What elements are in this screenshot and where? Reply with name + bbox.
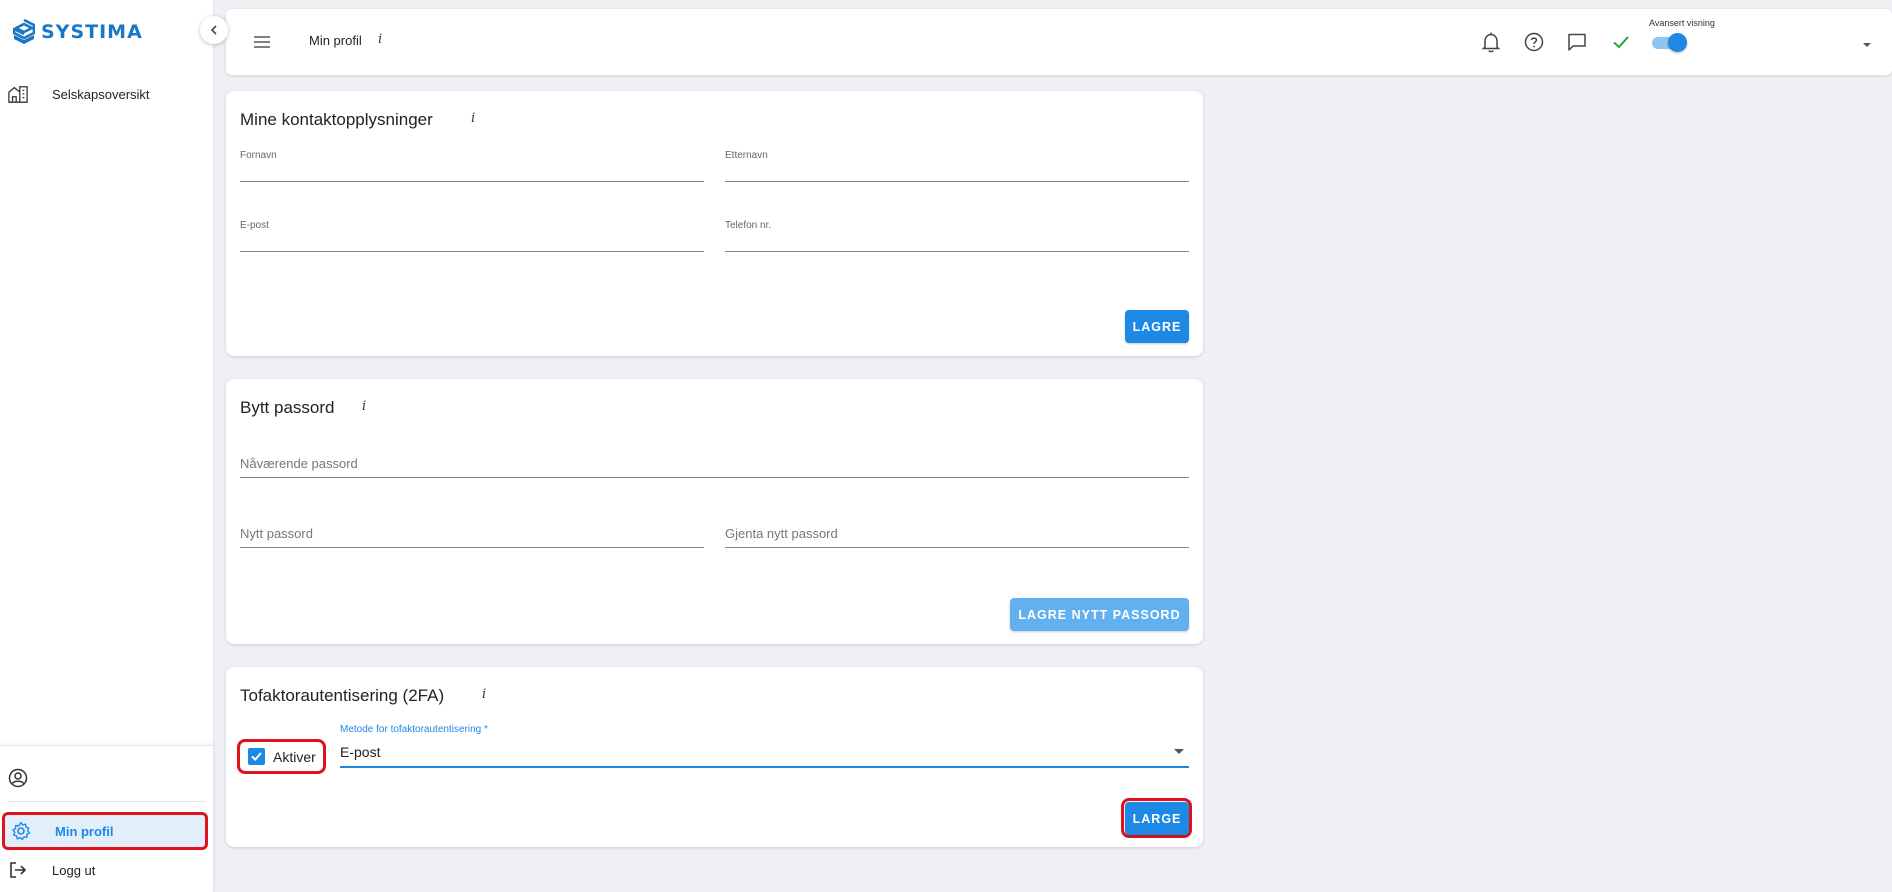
toggle-knob	[1668, 33, 1687, 52]
help-icon[interactable]	[1522, 30, 1546, 54]
user-avatar-icon[interactable]	[8, 768, 28, 788]
twofa-info-icon[interactable]: i	[482, 687, 486, 702]
sidebar-item-logg-ut[interactable]: Logg ut	[0, 851, 210, 889]
systima-logo[interactable]: SYSTIMA	[13, 19, 143, 45]
sidebar-item-label: Selskapsoversikt	[52, 86, 150, 102]
page-title: Min profil	[309, 33, 362, 48]
new-password-placeholder: Nytt passord	[240, 526, 313, 541]
first-name-field[interactable]: Fornavn	[240, 150, 704, 182]
collapse-sidebar-button[interactable]	[200, 16, 228, 44]
advanced-view-label: Avansert visning	[1649, 18, 1715, 28]
save-password-button[interactable]: LAGRE NYTT PASSORD	[1010, 598, 1189, 631]
field-underline	[240, 251, 704, 252]
sidebar-item-label: Min profil	[55, 823, 114, 839]
systima-logo-icon	[13, 19, 35, 44]
last-name-field[interactable]: Etternavn	[725, 150, 1189, 182]
gear-icon	[11, 821, 31, 841]
field-underline	[725, 251, 1189, 252]
activate-2fa-checkbox[interactable]	[248, 748, 265, 765]
password-info-icon[interactable]: i	[362, 399, 366, 414]
save-contact-button[interactable]: LAGRE	[1125, 310, 1189, 343]
twofa-method-label: Metode for tofaktorautentisering *	[340, 724, 488, 735]
logout-icon	[8, 860, 28, 880]
top-header: Min profil i Avansert visning	[226, 9, 1892, 75]
activate-2fa-label: Aktiver	[273, 749, 316, 765]
logo-text: SYSTIMA	[41, 21, 143, 43]
building-icon	[8, 84, 28, 104]
twofa-method-value: E-post	[340, 744, 381, 760]
sidebar-divider	[8, 801, 206, 802]
email-field[interactable]: E-post	[240, 220, 704, 252]
sidebar-item-min-profil[interactable]: Min profil	[2, 812, 208, 850]
advanced-view-toggle[interactable]	[1650, 33, 1687, 52]
email-label: E-post	[240, 220, 269, 231]
twofa-method-select[interactable]: Metode for tofaktorautentisering * E-pos…	[340, 724, 1189, 768]
menu-icon[interactable]	[252, 33, 272, 51]
twofa-card-title: Tofaktorautentisering (2FA)	[240, 686, 445, 705]
field-underline	[240, 477, 1189, 478]
current-password-field[interactable]: Nåværende passord	[240, 455, 1189, 479]
save-2fa-button[interactable]: LARGE	[1125, 802, 1189, 835]
sidebar: SYSTIMA Selskapsoversikt Min profil Logg…	[0, 0, 214, 892]
sidebar-item-selskapsoversikt[interactable]: Selskapsoversikt	[0, 75, 210, 113]
check-icon[interactable]	[1609, 30, 1633, 54]
checkmark-icon	[251, 752, 262, 762]
field-underline	[240, 181, 704, 182]
account-dropdown-arrow-icon[interactable]	[1861, 36, 1873, 54]
change-password-card: Bytt passord i Nåværende passord Nytt pa…	[226, 379, 1203, 644]
password-card-title: Bytt passord	[240, 398, 335, 417]
new-password-field[interactable]: Nytt passord	[240, 525, 704, 549]
contact-info-card: Mine kontaktopplysninger i Fornavn Etter…	[226, 91, 1203, 356]
info-icon[interactable]: i	[378, 32, 382, 47]
sidebar-item-label: Logg ut	[52, 862, 96, 878]
chevron-left-icon	[210, 25, 217, 35]
bell-icon[interactable]	[1479, 30, 1503, 54]
phone-label: Telefon nr.	[725, 220, 772, 231]
chat-icon[interactable]	[1565, 30, 1589, 54]
contact-info-icon[interactable]: i	[471, 111, 475, 126]
current-password-placeholder: Nåværende passord	[240, 456, 358, 471]
last-name-label: Etternavn	[725, 150, 768, 161]
two-factor-card: Tofaktorautentisering (2FA) i Aktiver Me…	[226, 667, 1203, 847]
contact-card-title: Mine kontaktopplysninger	[240, 110, 433, 129]
first-name-label: Fornavn	[240, 150, 277, 161]
field-underline	[340, 766, 1189, 768]
field-underline	[725, 547, 1189, 548]
chevron-down-icon	[1174, 749, 1184, 754]
repeat-password-field[interactable]: Gjenta nytt passord	[725, 525, 1189, 549]
repeat-password-placeholder: Gjenta nytt passord	[725, 526, 838, 541]
field-underline	[725, 181, 1189, 182]
field-underline	[240, 547, 704, 548]
phone-field[interactable]: Telefon nr.	[725, 220, 1189, 252]
